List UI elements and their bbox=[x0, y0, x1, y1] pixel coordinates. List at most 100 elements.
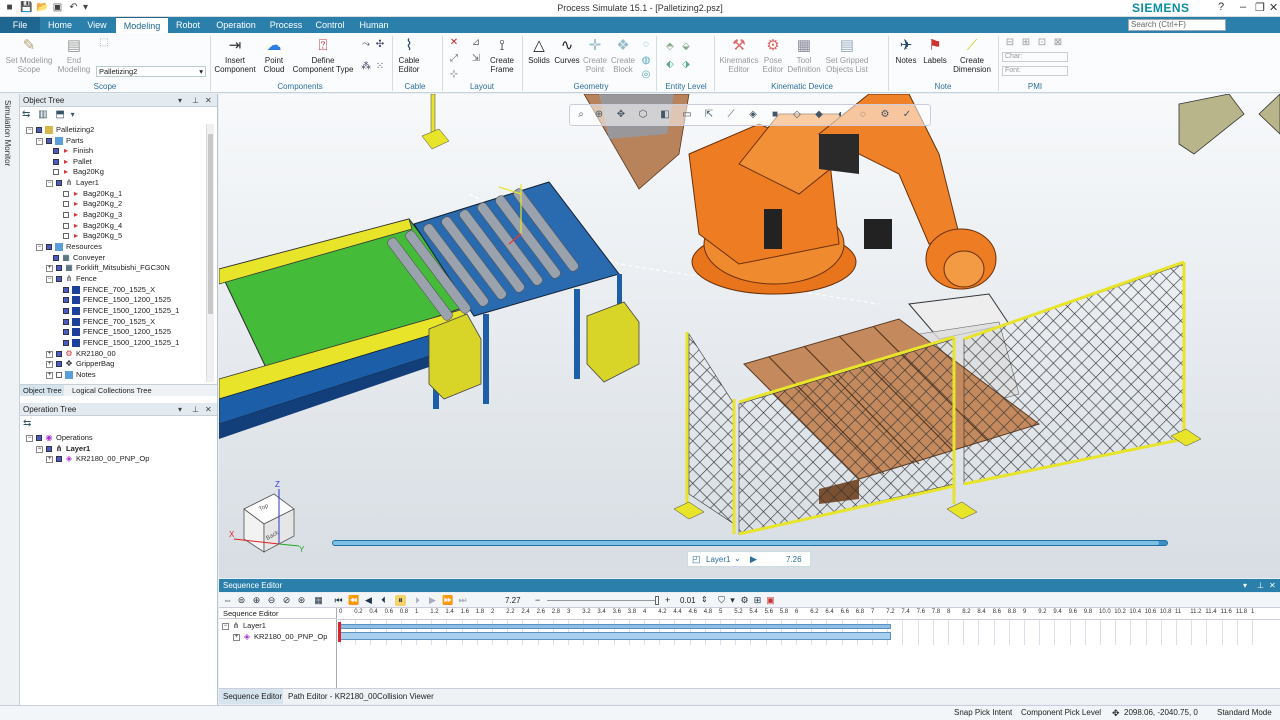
hide-icon[interactable]: ◌ bbox=[856, 108, 870, 122]
search-icon[interactable]: ⌕ bbox=[1216, 19, 1222, 30]
curves-button[interactable]: ∿ Curves bbox=[553, 35, 581, 66]
tree-row[interactable]: + ◈ KR2180_00_PNP_Op bbox=[233, 632, 327, 643]
gantt-bar-layer1[interactable] bbox=[338, 624, 891, 629]
gantt-bar-operation[interactable] bbox=[338, 632, 891, 640]
tree-row[interactable]: FENCE_1500_1200_1525 bbox=[63, 327, 171, 338]
geometry-small-icon-1[interactable]: ◌ bbox=[640, 39, 652, 51]
pick-icon[interactable]: ⇱ bbox=[702, 108, 716, 122]
tab-collision-viewer[interactable]: Collision Viewer bbox=[377, 689, 434, 704]
tree-row[interactable]: FENCE_1500_1200_1525_1 bbox=[63, 338, 179, 349]
layout-icon-4[interactable]: ⊿ bbox=[470, 37, 482, 49]
step-backward-icon[interactable]: ⏴ bbox=[378, 595, 389, 606]
create-frame-button[interactable]: ⟟ Create Frame bbox=[486, 35, 518, 74]
slider-thumb[interactable] bbox=[655, 596, 659, 605]
gantt-chart[interactable]: 0 0.2 0.4 0.6 0.8 1 1.2 1.4 1.6 1.8 2 2.2 2.4 2.6 2.8 3… bbox=[338, 608, 1280, 688]
layout-icon-5[interactable]: ⇲ bbox=[470, 53, 482, 65]
filter-icon[interactable]: ⛉ bbox=[716, 595, 727, 606]
dropdown-icon[interactable]: ▾ bbox=[1243, 579, 1247, 592]
step-forward-icon[interactable]: ⏵ bbox=[412, 595, 423, 606]
view-icon[interactable]: ⬡ bbox=[636, 108, 650, 122]
pin-icon[interactable]: ⊥ bbox=[192, 403, 199, 416]
char-field[interactable]: Char: bbox=[1002, 52, 1068, 62]
insert-component-button[interactable]: ⇥ Insert Component bbox=[213, 35, 257, 74]
zoom-selection-icon[interactable]: ⊛ bbox=[296, 595, 307, 606]
geometry-small-icon-3[interactable]: ◎ bbox=[640, 69, 652, 81]
define-component-type-button[interactable]: ⍰ Define Component Type bbox=[292, 35, 354, 74]
labels-button[interactable]: ⚑ Labels bbox=[920, 35, 950, 66]
close-icon[interactable]: ✕ bbox=[1269, 579, 1276, 592]
components-small-icon-2[interactable]: ✣ bbox=[374, 39, 386, 51]
check-icon[interactable]: ✓ bbox=[900, 108, 914, 122]
simulation-progress-bar[interactable] bbox=[332, 540, 1168, 546]
tree-row[interactable]: FENCE_1500_1200_1525_1 bbox=[63, 306, 179, 317]
play-forward-icon[interactable]: ▶ bbox=[427, 595, 438, 606]
tree-row[interactable]: ▸ Finish bbox=[53, 146, 93, 157]
tab-control[interactable]: Control bbox=[310, 17, 350, 33]
create-block-button[interactable]: ❖ Create Block bbox=[609, 35, 637, 74]
kinematics-editor-button[interactable]: ⚒ Kinematics Editor bbox=[718, 35, 760, 74]
tab-human[interactable]: Human bbox=[356, 17, 392, 33]
tab-path-editor[interactable]: Path Editor - KR2180_00 bbox=[288, 689, 377, 704]
pin-icon[interactable]: ⊥ bbox=[1257, 579, 1264, 592]
tree-row[interactable]: ▸ Bag20Kg_3 bbox=[63, 210, 122, 221]
zoom-fit-icon[interactable]: ⌕ bbox=[574, 108, 588, 122]
layout-icon-3[interactable]: ⊹ bbox=[448, 69, 460, 81]
jump-start-icon[interactable]: ⏮ bbox=[333, 595, 344, 606]
step-back-icon[interactable]: ⏪ bbox=[348, 595, 359, 606]
time-field[interactable]: 7.27 bbox=[505, 596, 521, 605]
create-point-button[interactable]: ✛ Create Point bbox=[581, 35, 609, 74]
close-button[interactable]: ✕ bbox=[1269, 1, 1278, 14]
chevron-down-icon[interactable]: ⌄ bbox=[734, 554, 741, 563]
tree-row[interactable]: + ✥ GripperBag bbox=[46, 359, 114, 370]
font-field[interactable]: Font: bbox=[1002, 66, 1068, 76]
record-icon[interactable]: ▣ bbox=[765, 595, 776, 606]
solids-button[interactable]: △ Solids bbox=[525, 35, 553, 66]
tree-filter-icon[interactable]: ⇆ bbox=[22, 109, 30, 120]
tree-row[interactable]: − Palletizing2 bbox=[26, 125, 94, 136]
zoom-out-icon[interactable]: ⊖ bbox=[266, 595, 277, 606]
tree-row[interactable]: − Resources bbox=[36, 242, 102, 253]
zoom-fit-icon[interactable]: ⊘ bbox=[281, 595, 292, 606]
shade-icon[interactable]: ◐ bbox=[834, 108, 848, 122]
tree-scrollbar[interactable] bbox=[206, 124, 214, 382]
play-icon[interactable]: ▶ bbox=[750, 554, 757, 565]
plus-icon[interactable]: + bbox=[665, 595, 670, 605]
close-icon[interactable]: ✕ bbox=[205, 94, 212, 107]
options-icon[interactable]: ⚙ bbox=[878, 108, 892, 122]
scrollbar-thumb[interactable] bbox=[208, 134, 213, 314]
entity-icon-4[interactable]: ⬗ bbox=[680, 59, 692, 71]
tree-view-icon[interactable]: ⬒ bbox=[55, 109, 64, 120]
standard-mode[interactable]: Standard Mode bbox=[1217, 706, 1272, 720]
pmi-icon-3[interactable]: ⊡ bbox=[1036, 37, 1048, 49]
pmi-icon-4[interactable]: ⊠ bbox=[1052, 37, 1064, 49]
operation-select[interactable]: Layer1 bbox=[706, 555, 730, 564]
layout-icon-2[interactable]: ⤢ bbox=[448, 53, 460, 65]
tab-object-tree[interactable]: Object Tree bbox=[20, 385, 64, 396]
snap-icon[interactable]: ◇ bbox=[790, 108, 804, 122]
tree-row[interactable]: − ⋔ Layer1 bbox=[222, 621, 266, 632]
stepper-icon[interactable]: ⇕ bbox=[701, 595, 708, 604]
zoom-icon[interactable]: ⊕ bbox=[592, 108, 606, 122]
tab-sequence-editor[interactable]: Sequence Editor bbox=[219, 689, 283, 704]
operation-tree-filter-icon[interactable]: ⇆ bbox=[23, 418, 31, 429]
filter-icon[interactable]: ◈ bbox=[746, 108, 760, 122]
time-step-field[interactable]: 0.01 bbox=[680, 596, 696, 605]
tree-row[interactable]: − ⋔ Fence bbox=[46, 274, 97, 285]
search-input[interactable]: Search (Ctrl+F) bbox=[1128, 19, 1226, 31]
entity-icon-2[interactable]: ⬙ bbox=[680, 41, 692, 53]
end-modeling-button[interactable]: ▤ End Modeling bbox=[56, 35, 92, 74]
tab-operation[interactable]: Operation bbox=[212, 17, 260, 33]
rotate-icon[interactable]: ✥ bbox=[614, 108, 628, 122]
pmi-icon-2[interactable]: ⊞ bbox=[1020, 37, 1032, 49]
components-small-icon-1[interactable]: ⤳ bbox=[360, 39, 372, 51]
simulation-monitor-tab[interactable]: Simulation Monitor bbox=[0, 94, 20, 706]
scope-icon[interactable]: ⬚ bbox=[98, 37, 110, 49]
tool-definition-button[interactable]: ▦ Tool Definition bbox=[786, 35, 822, 74]
tab-file[interactable]: File bbox=[0, 17, 40, 33]
tree-options-icon[interactable]: ▾ bbox=[71, 110, 75, 119]
pause-icon[interactable]: ⏸ bbox=[395, 595, 406, 606]
tree-row[interactable]: ▸ Bag20Kg bbox=[53, 167, 104, 178]
notes-button[interactable]: ✈ Notes bbox=[892, 35, 920, 66]
tree-row[interactable]: + ▦ Forklift_Mitsubishi_FGC30N bbox=[46, 263, 170, 274]
color-icon[interactable]: ■ bbox=[768, 108, 782, 122]
